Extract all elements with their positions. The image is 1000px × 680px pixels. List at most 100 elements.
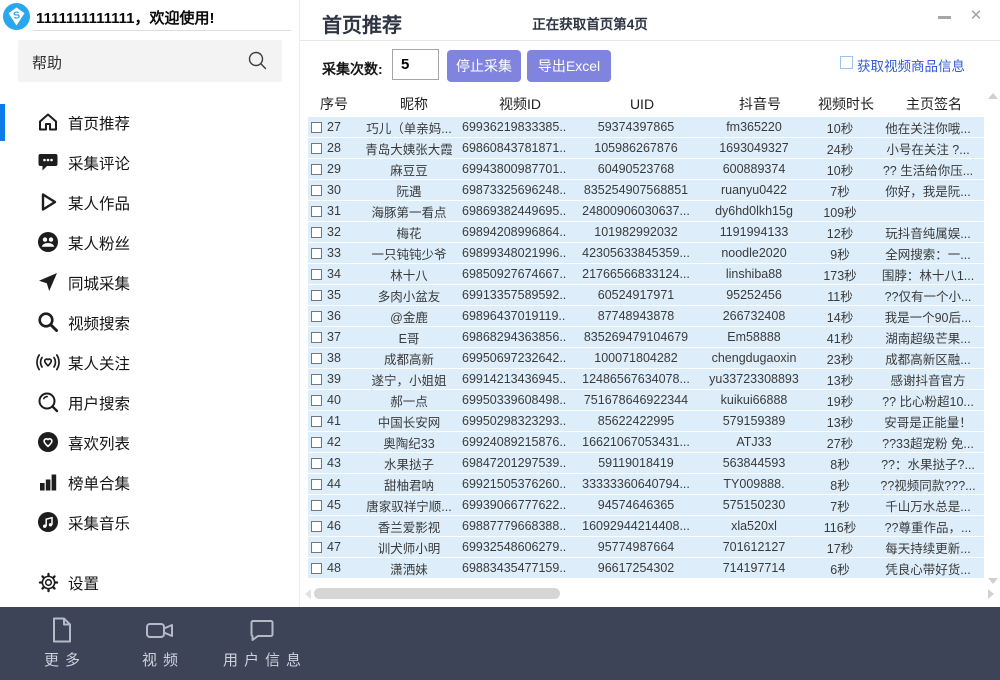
cell-uid: 33333360640794... (566, 477, 706, 491)
close-button[interactable]: ✕ (964, 6, 988, 30)
vertical-scroll-down-arrow[interactable] (988, 578, 998, 584)
cell-no: 38 (322, 351, 356, 365)
cell-no: 46 (322, 519, 356, 533)
row-checkbox[interactable] (311, 164, 322, 175)
cell-uid: 60524917971 (566, 288, 706, 302)
home-icon (36, 110, 60, 134)
cell-nickname: 遂宁，小姐姐 (356, 370, 462, 389)
sidebar-item-ranking-collection[interactable]: 榜单合集 (0, 462, 300, 502)
sidebar-item-label: 用户搜索 (68, 392, 130, 414)
cell-duration: 14秒 (802, 307, 878, 326)
cell-nickname: 阮遇 (356, 181, 462, 200)
cell-no: 33 (322, 246, 356, 260)
row-checkbox[interactable] (311, 542, 322, 553)
sidebar-item-user-search[interactable]: 用户搜索 (0, 382, 300, 422)
controls-bar: 采集次数: 停止采集 导出Excel 获取视频商品信息 (300, 41, 1000, 90)
cell-no: 36 (322, 309, 356, 323)
file-icon (50, 615, 74, 645)
cell-video_id: 69847201297539... (462, 456, 566, 470)
sidebar-item-settings[interactable]: 设置 (0, 562, 300, 602)
sidebar-item-city-collect[interactable]: 同城采集 (0, 262, 300, 302)
row-checkbox[interactable] (311, 395, 322, 406)
row-checkbox[interactable] (311, 458, 322, 469)
row-checkbox[interactable] (311, 227, 322, 238)
horizontal-scroll-left-arrow[interactable] (305, 589, 311, 599)
row-checkbox[interactable] (311, 269, 322, 280)
row-checkbox[interactable] (311, 374, 322, 385)
stop-collect-button[interactable]: 停止采集 (447, 50, 521, 82)
bottombar-item-userinfo[interactable]: 用户信息 (202, 615, 322, 670)
bottombar-item-more[interactable]: 更多 (22, 615, 102, 670)
cell-duration: 7秒 (802, 496, 878, 515)
sidebar-item-user-follows[interactable]: 某人关注 (0, 342, 300, 382)
cell-signature: ??仅有一个小... (878, 286, 978, 305)
row-checkbox[interactable] (311, 248, 322, 259)
bottombar-item-video[interactable]: 视频 (120, 615, 200, 670)
cell-no: 30 (322, 183, 356, 197)
sidebar-item-user-works[interactable]: 某人作品 (0, 182, 300, 222)
sidebar-item-user-fans[interactable]: 某人粉丝 (0, 222, 300, 262)
cell-nickname: 中国长安网 (356, 412, 462, 431)
cell-douyin_id: Em58888 (706, 330, 802, 344)
goods-info-checkbox[interactable] (840, 56, 853, 69)
cell-no: 29 (322, 162, 356, 176)
column-header: 序号 (308, 94, 360, 114)
table-row: 47训犬师小明69932548606279...9577498766470161… (308, 537, 984, 558)
row-checkbox[interactable] (311, 290, 322, 301)
row-checkbox[interactable] (311, 206, 322, 217)
goods-info-checkbox-label[interactable]: 获取视频商品信息 (857, 55, 965, 75)
row-checkbox[interactable] (311, 353, 322, 364)
sidebar-item-label: 视频搜索 (68, 312, 130, 334)
row-checkbox[interactable] (311, 563, 322, 574)
collect-count-input[interactable] (392, 49, 439, 80)
sidebar-item-collect-comments[interactable]: 采集评论 (0, 142, 300, 182)
row-checkbox[interactable] (311, 122, 322, 133)
cell-signature: 安哥是正能量！ (878, 412, 978, 431)
cell-douyin_id: dy6hd0lkh15g (706, 204, 802, 218)
row-checkbox[interactable] (311, 332, 322, 343)
row-checkbox[interactable] (311, 416, 322, 427)
row-checkbox[interactable] (311, 143, 322, 154)
help-search-box[interactable]: 帮助 (18, 40, 282, 82)
row-checkbox[interactable] (311, 500, 322, 511)
sidebar-item-likes-list[interactable]: 喜欢列表 (0, 422, 300, 462)
table-row: 40郝一点69950339608498...751678646922344kui… (308, 390, 984, 411)
video-search-icon (36, 310, 60, 334)
row-checkbox[interactable] (311, 521, 322, 532)
cell-signature: 每天持续更新... (878, 538, 978, 557)
table-row: 41中国长安网69950298323293...8562242299557915… (308, 411, 984, 432)
row-checkbox[interactable] (311, 185, 322, 196)
row-checkbox[interactable] (311, 479, 322, 490)
cell-uid: 95774987664 (566, 540, 706, 554)
horizontal-scroll-right-arrow[interactable] (988, 589, 994, 599)
cell-no: 37 (322, 330, 356, 344)
column-header: 抖音号 (712, 94, 808, 114)
minimize-button[interactable] (930, 0, 958, 30)
cell-uid: 85622422995 (566, 414, 706, 428)
horizontal-scrollbar-thumb[interactable] (314, 588, 560, 599)
cell-signature: 围脖：林十八1... (878, 265, 978, 284)
cell-uid: 101982992032 (566, 225, 706, 239)
vertical-scroll-up-arrow[interactable] (988, 93, 998, 99)
sidebar-item-label: 首页推荐 (68, 112, 130, 134)
row-checkbox[interactable] (311, 437, 322, 448)
table-header-row: 序号昵称视频IDUID抖音号视频时长主页签名 (308, 90, 984, 117)
cell-douyin_id: 701612127 (706, 540, 802, 554)
cell-douyin_id: TY009888. (706, 477, 802, 491)
sidebar-item-collect-music[interactable]: 采集音乐 (0, 502, 300, 542)
export-excel-button[interactable]: 导出Excel (527, 50, 611, 82)
sidebar-item-home-recommend[interactable]: 首页推荐 (0, 102, 300, 142)
sidebar-item-video-search[interactable]: 视频搜索 (0, 302, 300, 342)
cell-no: 39 (322, 372, 356, 386)
cell-douyin_id: 1693049327 (706, 141, 802, 155)
table-row: 39遂宁，小姐姐69914213436945...12486567634078.… (308, 369, 984, 390)
column-header: UID (572, 96, 712, 112)
cell-no: 31 (322, 204, 356, 218)
table-row: 30阮遇69873325696248...835254907568851ruan… (308, 180, 984, 201)
cell-uid: 835269479104679 (566, 330, 706, 344)
cell-douyin_id: 600889374 (706, 162, 802, 176)
cell-no: 35 (322, 288, 356, 302)
row-checkbox[interactable] (311, 311, 322, 322)
table-row: 35多肉小盆友69913357589592...6052491797195252… (308, 285, 984, 306)
cell-nickname: 青岛大姨张大霞 (356, 139, 462, 158)
